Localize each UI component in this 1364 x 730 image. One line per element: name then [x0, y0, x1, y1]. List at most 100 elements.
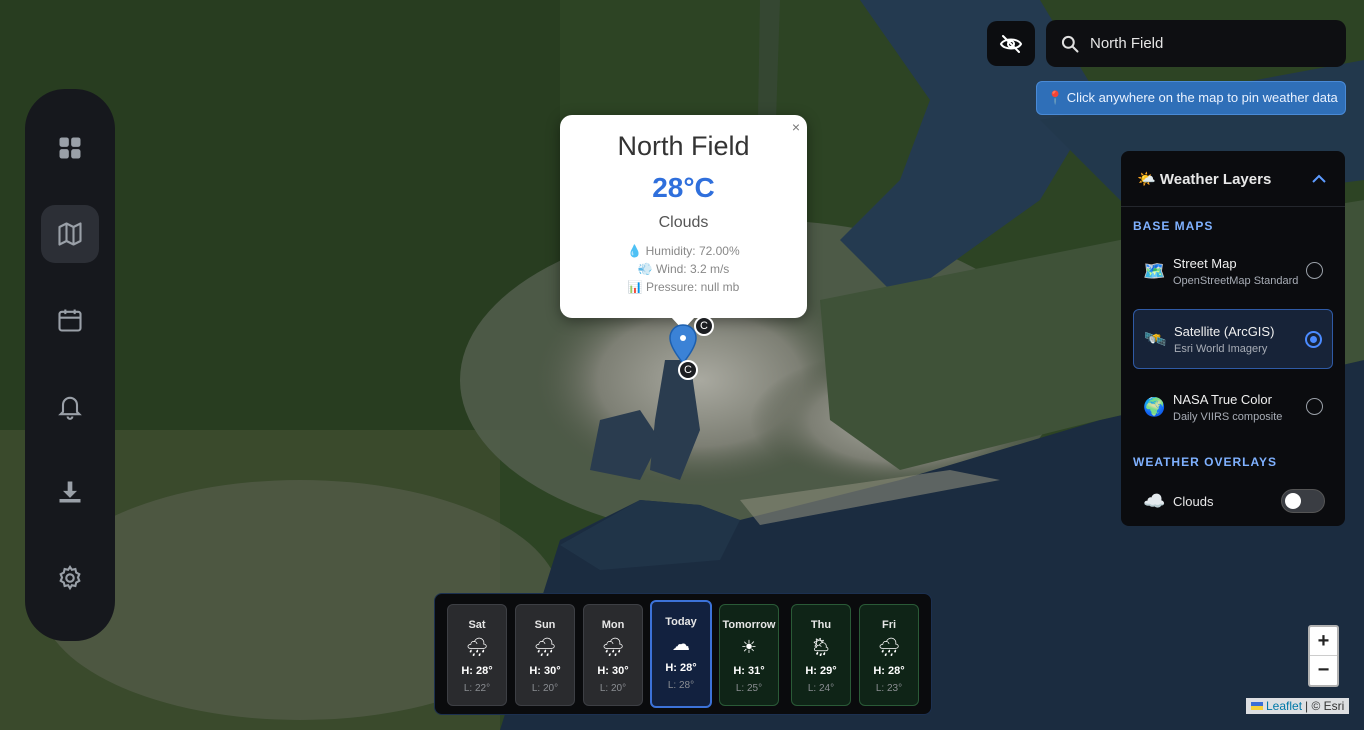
day-name: Sat [468, 619, 486, 631]
popup-humidity: 💧 Humidity: 72.00% [627, 244, 740, 258]
search-input[interactable] [1090, 35, 1330, 52]
day-name: Mon [601, 619, 625, 631]
street-map-icon: 🗺️ [1143, 260, 1166, 281]
eye-off-icon [999, 34, 1023, 53]
layer-name: NASA True Color [1173, 391, 1272, 407]
layer-subtitle: OpenStreetMap Standard [1173, 274, 1299, 287]
nav-settings[interactable] [41, 549, 99, 607]
day-low: L: 25° [735, 683, 763, 694]
cloud-icon: ☁ [672, 634, 690, 654]
weather-layers-panel: 🌤️ Weather Layers BASE MAPS 🗺️ Street Ma… [1121, 151, 1345, 526]
day-low: L: 20° [531, 683, 559, 694]
forecast-day-mon[interactable]: Mon 🌧 H: 30° L: 20° [583, 604, 643, 706]
forecast-strip: Sat 🌧 H: 28° L: 22° Sun 🌧 H: 30° L: 20° … [434, 593, 932, 715]
dashboard-icon [59, 137, 81, 159]
popup-city: North Field [617, 131, 750, 161]
day-name: Tomorrow [722, 619, 776, 631]
map-hint-banner: 📍 Click anywhere on the map to pin weath… [1036, 81, 1346, 115]
day-high: H: 30° [597, 665, 629, 677]
popup-temperature: 28°C [652, 172, 715, 203]
globe-icon: 🌍 [1143, 396, 1166, 417]
popup-close-button[interactable]: × [792, 119, 800, 135]
map-attribution: Leaflet | © Esri [1246, 698, 1350, 714]
hint-text: 📍 Click anywhere on the map to pin weath… [1047, 90, 1338, 105]
nav-map[interactable] [41, 205, 99, 263]
zoom-out-button[interactable]: − [1310, 656, 1337, 685]
sun-rain-icon: 🌦 [809, 637, 833, 657]
radio-nasa[interactable] [1306, 398, 1323, 415]
weather-overlays-title: WEATHER OVERLAYS [1133, 455, 1278, 469]
map-icon [58, 222, 82, 246]
map-cluster-marker[interactable]: C [694, 316, 714, 336]
gear-icon [59, 564, 81, 591]
weather-popup: × North Field 28°C Clouds 💧 Humidity: 72… [560, 115, 807, 330]
map-cluster-marker[interactable]: C [678, 360, 698, 380]
heavy-rain-icon: 🌧 [877, 637, 901, 657]
day-low: L: 24° [807, 683, 835, 694]
location-pin-icon[interactable] [669, 324, 697, 364]
search-bar[interactable] [1046, 20, 1346, 67]
day-name: Thu [810, 619, 832, 631]
layer-subtitle: Esri World Imagery [1174, 342, 1268, 355]
day-high: H: 28° [873, 665, 905, 677]
overlay-name: Clouds [1173, 493, 1214, 509]
nav-download[interactable] [41, 463, 99, 521]
forecast-day-sun[interactable]: Sun 🌧 H: 30° L: 20° [515, 604, 575, 706]
search-icon [1061, 35, 1079, 52]
base-map-satellite[interactable]: 🛰️ Satellite (ArcGIS) Esri World Imagery [1133, 309, 1333, 369]
chevron-up-icon[interactable] [1311, 171, 1327, 187]
day-high: H: 29° [805, 665, 837, 677]
rain-icon: 🌧 [601, 637, 625, 657]
zoom-control: + − [1308, 625, 1339, 687]
day-low: L: 28° [667, 680, 695, 691]
day-name: Sun [534, 619, 556, 631]
day-high: H: 31° [733, 665, 765, 677]
day-low: L: 20° [599, 683, 627, 694]
zoom-in-button[interactable]: + [1310, 627, 1337, 656]
cloud-overlay-icon: ☁️ [1143, 490, 1166, 511]
layers-header[interactable]: 🌤️ Weather Layers [1121, 151, 1345, 207]
day-name: Today [665, 616, 697, 628]
day-low: L: 22° [463, 683, 491, 694]
radio-street-map[interactable] [1306, 262, 1323, 279]
toggle-visibility-button[interactable] [987, 21, 1035, 66]
forecast-day-sat[interactable]: Sat 🌧 H: 28° L: 22° [447, 604, 507, 706]
forecast-day-fri[interactable]: Fri 🌧 H: 28° L: 23° [859, 604, 919, 706]
calendar-icon [58, 309, 82, 332]
leaflet-link[interactable]: Leaflet [1266, 699, 1302, 713]
popup-pressure: 📊 Pressure: null mb [627, 280, 740, 294]
rain-icon: 🌧 [465, 637, 489, 657]
popup-details: 💧 Humidity: 72.00% 💨 Wind: 3.2 m/s 📊 Pre… [560, 242, 807, 296]
overlay-clouds[interactable]: ☁️ Clouds [1133, 481, 1333, 521]
day-high: H: 28° [461, 665, 493, 677]
day-high: H: 28° [665, 662, 697, 674]
forecast-day-thu[interactable]: Thu 🌦 H: 29° L: 24° [791, 604, 851, 706]
rain-icon: 🌧 [533, 637, 557, 657]
layer-name: Street Map [1173, 255, 1237, 271]
day-name: Fri [881, 619, 897, 631]
popup-wind: 💨 Wind: 3.2 m/s [637, 262, 730, 276]
nav-dashboard[interactable] [41, 119, 99, 177]
attribution-text: | © Esri [1305, 699, 1345, 713]
day-low: L: 23° [875, 683, 903, 694]
sun-icon: ☀ [740, 637, 758, 657]
nav-calendar[interactable] [41, 291, 99, 349]
clouds-toggle[interactable] [1281, 489, 1325, 513]
radio-satellite[interactable] [1305, 331, 1322, 348]
popup-condition: Clouds [658, 214, 709, 231]
forecast-day-tomorrow[interactable]: Tomorrow ☀ H: 31° L: 25° [719, 604, 779, 706]
day-high: H: 30° [529, 665, 561, 677]
base-maps-title: BASE MAPS [1133, 219, 1214, 233]
forecast-day-today[interactable]: Today ☁ H: 28° L: 28° [650, 600, 712, 708]
side-navigation [25, 89, 115, 641]
layer-name: Satellite (ArcGIS) [1174, 323, 1275, 339]
satellite-icon: 🛰️ [1144, 328, 1167, 349]
base-map-street[interactable]: 🗺️ Street Map OpenStreetMap Standard [1133, 241, 1333, 301]
base-map-nasa[interactable]: 🌍 NASA True Color Daily VIIRS composite [1133, 377, 1333, 437]
bell-icon [58, 396, 82, 420]
ukraine-flag-icon [1251, 702, 1263, 710]
nav-notifications[interactable] [41, 377, 99, 435]
download-icon [59, 481, 81, 503]
layers-title: 🌤️ Weather Layers [1137, 170, 1272, 188]
layer-subtitle: Daily VIIRS composite [1173, 410, 1283, 423]
